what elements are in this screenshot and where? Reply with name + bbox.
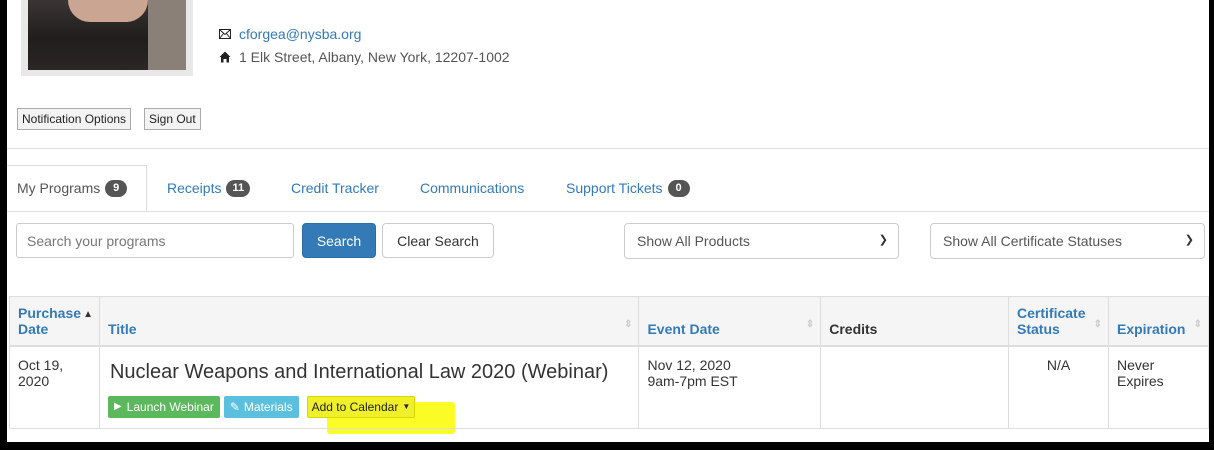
count-badge: 9: [105, 179, 128, 197]
envelope-icon: [219, 28, 231, 40]
add-to-calendar-button[interactable]: Add to Calendar ▼: [306, 396, 416, 418]
select-value: Show All Products: [637, 233, 750, 249]
chevron-down-icon: ❯: [1184, 234, 1194, 246]
sign-out-button[interactable]: Sign Out: [144, 108, 201, 130]
play-icon: ▶: [113, 401, 122, 412]
tab-credit-tracker[interactable]: Credit Tracker: [291, 165, 379, 211]
cell-certificate-status: N/A: [1008, 346, 1109, 429]
cell-expiration: Never Expires: [1107, 346, 1209, 429]
address-text: 1 Elk Street, Albany, New York, 12207-10…: [239, 49, 510, 65]
programs-table: Purchase Date ▲ Title ⇕ Event Date ⇕ Credit…: [9, 296, 1209, 429]
profile-photo: [28, 0, 186, 70]
products-filter-select[interactable]: Show All Products ❯: [624, 223, 899, 259]
count-badge: 11: [226, 179, 251, 197]
divider: [7, 148, 1209, 149]
caret-down-icon: ▼: [402, 402, 411, 411]
tabs-baseline: [7, 211, 1209, 212]
tab-label: Support Tickets: [566, 180, 663, 196]
chevron-down-icon: ❯: [878, 234, 888, 246]
cell-title: Nuclear Weapons and International Law 20…: [98, 346, 640, 429]
tab-label: Receipts: [167, 180, 222, 196]
edit-icon: ✎: [229, 400, 240, 414]
search-button[interactable]: Search: [302, 223, 376, 258]
address-row: 1 Elk Street, Albany, New York, 12207-10…: [219, 47, 510, 67]
tab-label: My Programs: [17, 180, 101, 196]
header-expiration[interactable]: Expiration ⇕: [1107, 296, 1209, 347]
email-link[interactable]: cforgea@nysba.org: [239, 26, 361, 42]
tab-support-tickets[interactable]: Support Tickets 0: [566, 165, 690, 211]
count-badge: 0: [667, 179, 690, 197]
sort-icon: ⇕: [624, 319, 633, 330]
materials-button[interactable]: ✎ Materials: [223, 396, 299, 418]
sort-asc-icon: ▲: [83, 309, 93, 320]
header-credits: Credits: [820, 296, 1010, 347]
table-header-row: Purchase Date ▲ Title ⇕ Event Date ⇕ Credit…: [9, 296, 1209, 347]
launch-webinar-button[interactable]: ▶ Launch Webinar: [107, 396, 220, 418]
header-certificate-status[interactable]: Certificate Status ⇕: [1008, 296, 1109, 347]
tab-communications[interactable]: Communications: [420, 165, 524, 211]
cell-credits: [820, 346, 1010, 429]
header-event-date[interactable]: Event Date ⇕: [638, 296, 822, 347]
notification-options-button[interactable]: Notification Options: [17, 108, 132, 130]
home-icon: [219, 51, 231, 63]
cell-event-date: Nov 12, 2020 9am-7pm EST: [638, 346, 822, 429]
table-row: Oct 19, 2020 Nuclear Weapons and Interna…: [9, 346, 1209, 429]
header-title[interactable]: Title ⇕: [98, 296, 640, 347]
search-input[interactable]: [16, 223, 294, 258]
cell-purchase-date: Oct 19, 2020: [9, 346, 100, 429]
header-purchase-date[interactable]: Purchase Date ▲: [9, 296, 100, 347]
sort-icon: ⇕: [1093, 319, 1102, 330]
select-value: Show All Certificate Statuses: [943, 233, 1122, 249]
clear-search-button[interactable]: Clear Search: [382, 223, 494, 258]
tab-my-programs[interactable]: My Programs 9: [7, 165, 147, 211]
page-frame: cforgea@nysba.org 1 Elk Street, Albany, …: [7, 0, 1209, 442]
certificate-status-filter-select[interactable]: Show All Certificate Statuses ❯: [930, 223, 1205, 259]
sort-icon: ⇕: [805, 319, 815, 330]
sort-icon: ⇕: [1193, 319, 1202, 330]
program-title: Nuclear Weapons and International Law 20…: [109, 361, 609, 383]
tab-receipts[interactable]: Receipts 11: [167, 165, 251, 211]
program-actions: ▶ Launch Webinar ✎ Materials Add to Cale…: [107, 396, 630, 418]
email-row: cforgea@nysba.org: [219, 24, 510, 44]
contact-info: cforgea@nysba.org 1 Elk Street, Albany, …: [219, 24, 510, 67]
avatar: [21, 0, 193, 76]
